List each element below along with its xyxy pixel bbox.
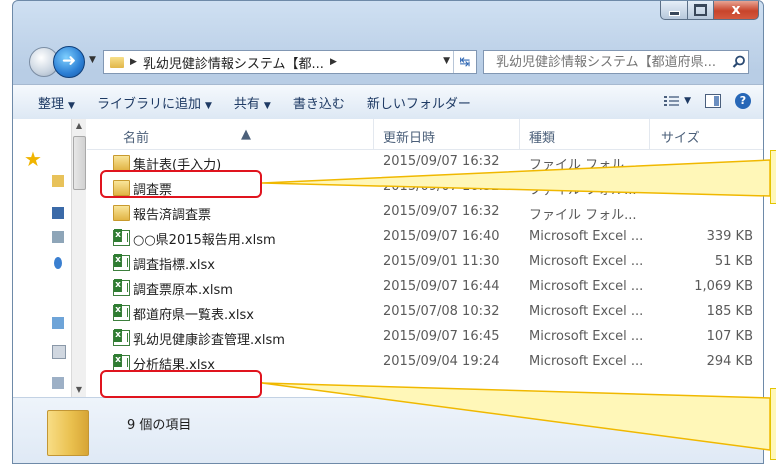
callout-note-bottom: [770, 388, 776, 460]
callout-note-top: [770, 150, 776, 204]
callout-lines: [261, 159, 771, 451]
callout-pointer-top: [261, 159, 771, 197]
callout-pointer-bottom: [261, 382, 771, 451]
